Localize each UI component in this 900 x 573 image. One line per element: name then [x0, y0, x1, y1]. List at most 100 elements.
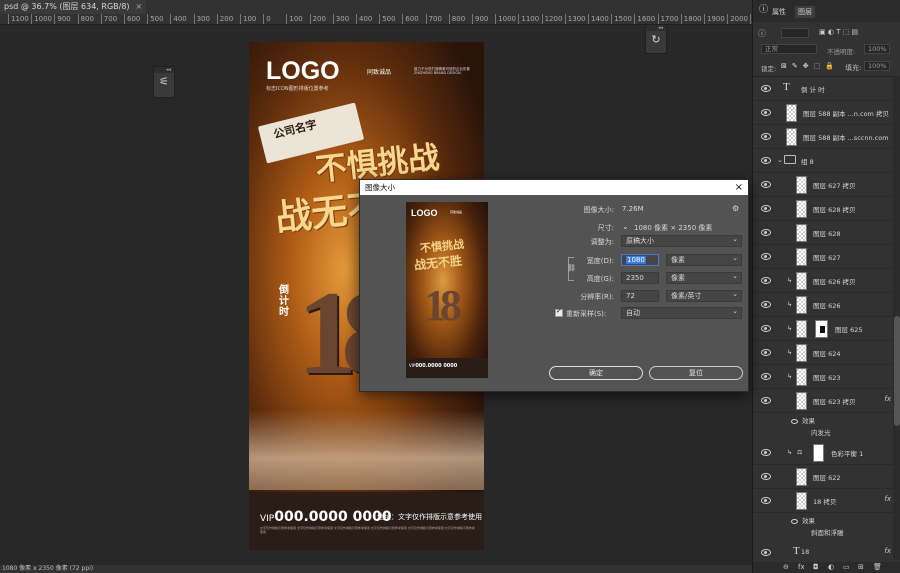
ruler-tick: 300	[332, 14, 349, 24]
poster-countdown-label: 倒计时	[279, 285, 289, 318]
visibility-eye-icon[interactable]	[761, 157, 771, 164]
visibility-eye-icon[interactable]	[761, 473, 771, 480]
layers-scrollbar[interactable]	[893, 76, 900, 560]
tab-adjustments[interactable]: 属性	[769, 6, 789, 18]
sliders-icon[interactable]: ⚟	[154, 73, 174, 91]
tab-layers[interactable]: 图层	[795, 6, 815, 18]
layer-row[interactable]: ↳ 图层 626 拷贝	[753, 269, 893, 293]
layer-row[interactable]: 图层 627	[753, 245, 893, 269]
rotate-view-icon[interactable]: ↻	[646, 31, 666, 49]
visibility-eye-icon[interactable]	[791, 518, 798, 524]
adjust-icon[interactable]: ◐	[828, 562, 834, 573]
width-unit-select[interactable]: 像素	[666, 253, 742, 266]
visibility-eye-icon[interactable]	[761, 205, 771, 212]
mask-icon[interactable]: ◘	[813, 562, 819, 573]
layer-thumbnail	[796, 224, 807, 242]
info-icon[interactable]: ⓘ	[758, 28, 766, 39]
close-tab-icon[interactable]: ×	[136, 2, 143, 11]
layer-row[interactable]: T 18 fx	[753, 541, 893, 560]
visibility-eye-icon[interactable]	[791, 418, 798, 424]
filter-kind-select[interactable]	[781, 28, 809, 38]
poster-vip-number: 000.0000 0000	[274, 509, 392, 525]
layer-row[interactable]: ↳ 图层 624	[753, 341, 893, 365]
layer-thumbnail	[796, 272, 807, 290]
new-layer-icon[interactable]: ⊞	[858, 562, 864, 573]
fx-icon[interactable]: fx	[884, 495, 891, 503]
layer-name: 图层 626 拷贝	[813, 278, 856, 286]
height-unit-select[interactable]: 像素	[666, 271, 742, 284]
layer-row[interactable]: ↳ 图层 626	[753, 293, 893, 317]
height-input[interactable]: 2350	[621, 272, 659, 284]
ruler-tick: 1100	[8, 14, 29, 24]
fx-icon[interactable]: fx	[884, 395, 891, 403]
visibility-eye-icon[interactable]	[761, 497, 771, 504]
filter-type-icons[interactable]: ▣ ◐ T ⬚ ▤	[819, 28, 858, 36]
resolution-input[interactable]: 72	[621, 290, 659, 302]
image-size-label: 图像大小:	[583, 206, 614, 214]
visibility-eye-icon[interactable]	[761, 325, 771, 332]
folder-icon[interactable]: ▭	[843, 562, 850, 573]
layer-row[interactable]: ↳ ⚖ 色彩平衡 1	[753, 441, 893, 465]
layer-row[interactable]: 图层 588 副本 ...n.com 拷贝	[753, 101, 893, 125]
visibility-eye-icon[interactable]	[761, 85, 771, 92]
blend-mode-select[interactable]: 正常	[761, 44, 817, 54]
fx-icon[interactable]: fx	[798, 562, 805, 573]
fx-icon[interactable]: fx	[884, 547, 891, 555]
visibility-eye-icon[interactable]	[761, 229, 771, 236]
layer-row[interactable]: 图层 588 副本 ...sccnn.com	[753, 125, 893, 149]
layer-thumbnail	[796, 320, 807, 338]
ruler-tick: 1000	[31, 14, 52, 24]
visibility-eye-icon[interactable]	[761, 349, 771, 356]
visibility-eye-icon[interactable]	[761, 133, 771, 140]
layer-row[interactable]: 18 拷贝 fx	[753, 489, 893, 513]
visibility-eye-icon[interactable]	[761, 277, 771, 284]
dialog-preview[interactable]: LOGO 同致诚品 不惧挑战 战无不胜 18 VIP000.0000 0000	[406, 202, 488, 378]
ruler-tick: 200	[309, 14, 326, 24]
clip-arrow-icon: ↳	[787, 449, 793, 456]
layers-bottom-toolbar: ⊖ fx ◘ ◐ ▭ ⊞ 🗑	[753, 562, 900, 573]
visibility-eye-icon[interactable]	[761, 449, 771, 456]
layer-row[interactable]: T倒 计 时	[753, 77, 893, 101]
trash-icon[interactable]: 🗑	[873, 562, 882, 573]
resolution-unit-select[interactable]: 像素/英寸	[666, 289, 742, 302]
layer-row[interactable]: 图层 622	[753, 465, 893, 489]
layer-row[interactable]: 图层 628 拷贝	[753, 197, 893, 221]
document-tab[interactable]: psd @ 36.7% (图层 634, RGB/8) ×	[0, 0, 147, 14]
layer-row[interactable]: ⌄ 组 8	[753, 149, 893, 173]
visibility-eye-icon[interactable]	[761, 397, 771, 404]
layer-name: 图层 628 拷贝	[813, 206, 856, 214]
reset-button[interactable]: 复位	[649, 366, 743, 380]
fill-field[interactable]: 100%	[864, 61, 890, 71]
visibility-eye-icon[interactable]	[761, 253, 771, 260]
chevron-down-icon[interactable]: ⌄	[777, 156, 783, 164]
layer-row[interactable]: ↳ 图层 625	[753, 317, 893, 341]
ruler-tick: 1400	[588, 14, 609, 24]
resample-select[interactable]: 自动	[621, 306, 742, 319]
visibility-eye-icon[interactable]	[761, 373, 771, 380]
chevron-down-icon[interactable]: ⌄	[622, 222, 629, 231]
opacity-field[interactable]: 100%	[864, 44, 890, 54]
layer-row[interactable]: ↳ 图层 623	[753, 365, 893, 389]
width-input[interactable]: 1080	[621, 254, 659, 266]
gear-icon[interactable]: ⚙	[732, 204, 739, 213]
visibility-eye-icon[interactable]	[761, 301, 771, 308]
fit-to-select[interactable]: 原稿大小	[621, 234, 742, 247]
horizontal-ruler: 1100 1000 900 800 700 600 500 400 300 200 100 0 100 2…	[0, 14, 752, 25]
layer-mask-thumbnail	[815, 320, 828, 338]
scrollbar-thumb[interactable]	[894, 316, 900, 426]
layer-row[interactable]: 图层 627 拷贝	[753, 173, 893, 197]
lock-icons[interactable]: ⊠ ✎ ✥ ⬚ 🔒	[781, 62, 839, 70]
clip-arrow-icon: ↳	[787, 301, 793, 308]
link-icon[interactable]: ⊖	[783, 562, 789, 573]
visibility-eye-icon[interactable]	[761, 549, 771, 556]
layer-name: 图层 625	[835, 326, 863, 334]
visibility-eye-icon[interactable]	[761, 181, 771, 188]
ok-button[interactable]: 确定	[549, 366, 643, 380]
info-icon[interactable]: ⓘ	[759, 2, 768, 15]
resample-checkbox[interactable]	[555, 307, 563, 317]
layer-row[interactable]: 图层 623 拷贝 fx	[753, 389, 893, 413]
layer-thumbnail	[796, 176, 807, 194]
layer-row[interactable]: 图层 628	[753, 221, 893, 245]
close-icon[interactable]: ×	[735, 180, 743, 195]
visibility-eye-icon[interactable]	[761, 109, 771, 116]
